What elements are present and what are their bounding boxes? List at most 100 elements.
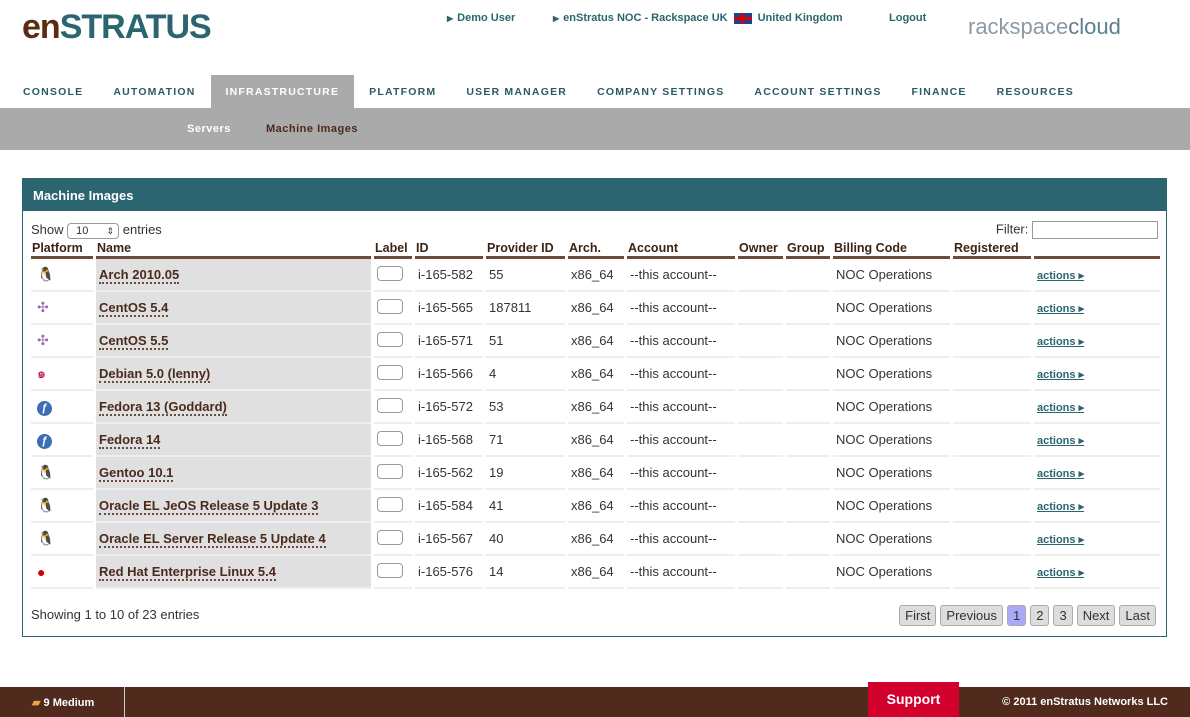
column-header[interactable]: Platform bbox=[31, 239, 93, 259]
table-row: 🐧 Oracle EL JeOS Release 5 Update 3 i-16… bbox=[31, 490, 1160, 523]
nav-platform[interactable]: PLATFORM bbox=[354, 75, 451, 108]
filter: Filter: bbox=[996, 221, 1158, 239]
uk-flag-icon bbox=[733, 12, 752, 24]
actions-menu[interactable]: actions bbox=[1037, 435, 1084, 447]
account: --this account-- bbox=[627, 259, 735, 292]
actions-menu[interactable]: actions bbox=[1037, 534, 1084, 546]
nav-account-settings[interactable]: ACCOUNT SETTINGS bbox=[739, 75, 896, 108]
actions-menu[interactable]: actions bbox=[1037, 567, 1084, 579]
account: --this account-- bbox=[627, 457, 735, 490]
label-swatch[interactable] bbox=[377, 397, 403, 413]
label-swatch[interactable] bbox=[377, 331, 403, 347]
table-row: 🐧 Gentoo 10.1 i-165-562 19 x86_64 --this… bbox=[31, 457, 1160, 490]
image-name-link[interactable]: Gentoo 10.1 bbox=[99, 465, 174, 482]
page-button-2[interactable]: 2 bbox=[1030, 605, 1050, 626]
panel-title: Machine Images bbox=[23, 179, 1166, 211]
nav-company-settings[interactable]: COMPANY SETTINGS bbox=[582, 75, 739, 108]
nav-infrastructure[interactable]: INFRASTRUCTURE bbox=[210, 75, 355, 108]
arch: x86_64 bbox=[568, 457, 624, 490]
image-id: i-165-566 bbox=[415, 358, 483, 391]
account-menu[interactable]: ▶ enStratus NOC - Rackspace UK United King… bbox=[553, 12, 843, 24]
billing-code: NOC Operations bbox=[833, 259, 950, 292]
provider-id: 71 bbox=[486, 424, 565, 457]
alerts-indicator[interactable]: ▰ 9 Medium bbox=[32, 696, 94, 709]
label-swatch[interactable] bbox=[377, 463, 403, 479]
label-swatch[interactable] bbox=[377, 529, 403, 545]
page-button-next[interactable]: Next bbox=[1076, 605, 1116, 626]
column-header[interactable]: Group bbox=[786, 239, 830, 259]
column-header[interactable]: Owner bbox=[738, 239, 783, 259]
image-name-link[interactable]: Fedora 13 (Goddard) bbox=[99, 399, 227, 416]
column-header[interactable]: Registered bbox=[953, 239, 1031, 259]
nav-finance[interactable]: FINANCE bbox=[897, 75, 982, 108]
arch: x86_64 bbox=[568, 358, 624, 391]
nav-resources[interactable]: RESOURCES bbox=[982, 75, 1089, 108]
column-header[interactable]: Account bbox=[627, 239, 735, 259]
debian-icon: ๑ bbox=[37, 364, 46, 381]
column-header[interactable]: ID bbox=[415, 239, 483, 259]
provider-id: 53 bbox=[486, 391, 565, 424]
column-header[interactable] bbox=[1034, 239, 1160, 259]
actions-menu[interactable]: actions bbox=[1037, 270, 1084, 282]
image-name-link[interactable]: CentOS 5.5 bbox=[99, 333, 169, 350]
column-header[interactable]: Label bbox=[374, 239, 412, 259]
page-button-previous[interactable]: Previous bbox=[940, 605, 1003, 626]
triangle-icon: ▶ bbox=[447, 14, 454, 23]
page-button-first[interactable]: First bbox=[899, 605, 937, 626]
provider-id: 40 bbox=[486, 523, 565, 556]
page-length-select[interactable]: 10 bbox=[67, 222, 120, 239]
billing-code: NOC Operations bbox=[833, 490, 950, 523]
actions-menu[interactable]: actions bbox=[1037, 501, 1084, 513]
page-button-3[interactable]: 3 bbox=[1053, 605, 1073, 626]
triangle-icon: ▶ bbox=[553, 14, 560, 23]
billing-code: NOC Operations bbox=[833, 391, 950, 424]
linux-icon: 🐧 bbox=[37, 530, 55, 546]
provider-id: 51 bbox=[486, 325, 565, 358]
actions-menu[interactable]: actions bbox=[1037, 402, 1084, 414]
column-header[interactable]: Billing Code bbox=[833, 239, 950, 259]
table-row: ƒ Fedora 14 i-165-568 71 x86_64 --this a… bbox=[31, 424, 1160, 457]
image-name-link[interactable]: Oracle EL Server Release 5 Update 4 bbox=[99, 531, 326, 548]
account: --this account-- bbox=[627, 424, 735, 457]
image-name-link[interactable]: Red Hat Enterprise Linux 5.4 bbox=[99, 564, 276, 581]
image-name-link[interactable]: CentOS 5.4 bbox=[99, 300, 169, 317]
subnav-servers[interactable]: Servers bbox=[187, 123, 231, 135]
table-row: ● Red Hat Enterprise Linux 5.4 i-165-576… bbox=[31, 556, 1160, 589]
image-id: i-165-568 bbox=[415, 424, 483, 457]
billing-code: NOC Operations bbox=[833, 523, 950, 556]
logout-link[interactable]: Logout bbox=[889, 12, 926, 24]
image-name-link[interactable]: Debian 5.0 (lenny) bbox=[99, 366, 211, 383]
image-id: i-165-572 bbox=[415, 391, 483, 424]
footer: ▰ 9 Medium © 2011 enStratus Networks LLC bbox=[0, 687, 1190, 717]
image-name-link[interactable]: Oracle EL JeOS Release 5 Update 3 bbox=[99, 498, 319, 515]
filter-input[interactable] bbox=[1032, 221, 1158, 239]
user-menu[interactable]: ▶ Demo User bbox=[447, 12, 515, 24]
pagination: First Previous 1 2 3 Next Last bbox=[899, 605, 1156, 626]
actions-menu[interactable]: actions bbox=[1037, 369, 1084, 381]
label-swatch[interactable] bbox=[377, 298, 403, 314]
subnav-machine-images[interactable]: Machine Images bbox=[266, 123, 358, 135]
label-swatch[interactable] bbox=[377, 562, 403, 578]
page-button-1[interactable]: 1 bbox=[1006, 605, 1027, 626]
nav-user-manager[interactable]: USER MANAGER bbox=[451, 75, 582, 108]
label-swatch[interactable] bbox=[377, 265, 403, 281]
arch: x86_64 bbox=[568, 424, 624, 457]
column-header[interactable]: Provider ID bbox=[486, 239, 565, 259]
label-swatch[interactable] bbox=[377, 430, 403, 446]
label-swatch[interactable] bbox=[377, 364, 403, 380]
provider-id: 41 bbox=[486, 490, 565, 523]
actions-menu[interactable]: actions bbox=[1037, 303, 1084, 315]
column-header[interactable]: Arch. bbox=[568, 239, 624, 259]
nav-console[interactable]: CONSOLE bbox=[0, 75, 98, 108]
arch: x86_64 bbox=[568, 556, 624, 589]
account: --this account-- bbox=[627, 490, 735, 523]
image-name-link[interactable]: Arch 2010.05 bbox=[99, 267, 180, 284]
actions-menu[interactable]: actions bbox=[1037, 336, 1084, 348]
label-swatch[interactable] bbox=[377, 496, 403, 512]
image-name-link[interactable]: Fedora 14 bbox=[99, 432, 161, 449]
support-button[interactable]: Support bbox=[868, 682, 959, 717]
nav-automation[interactable]: AUTOMATION bbox=[98, 75, 210, 108]
page-button-last[interactable]: Last bbox=[1119, 605, 1156, 626]
actions-menu[interactable]: actions bbox=[1037, 468, 1084, 480]
column-header[interactable]: Name bbox=[96, 239, 371, 259]
